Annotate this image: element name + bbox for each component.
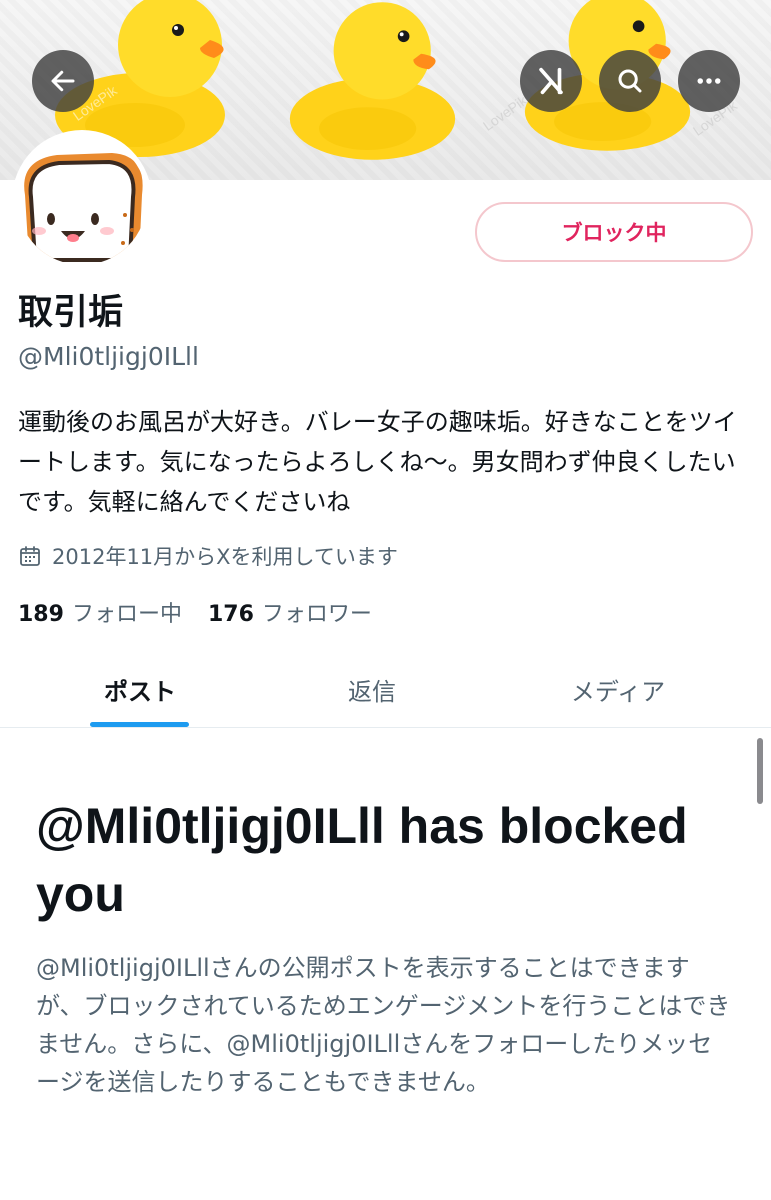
active-tab-indicator [90,722,189,727]
followers-label[interactable]: フォロワー [262,596,372,628]
following-label[interactable]: フォロー中 [72,596,182,628]
blocked-notice-description: @Mli0tljigj0ILllさんの公開ポストを表示することはできますが、ブロ… [36,954,731,1096]
rubber-duck-image [289,2,456,160]
search-button[interactable] [599,50,661,112]
blocked-notice-title: @Mli0tljigj0ILll has blocked you [36,798,688,922]
profile-bio: 運動後のお風呂が大好き。バレー女子の趣味垢。好きなことをツイートします。気になっ… [18,408,737,516]
arrow-left-icon [51,70,75,92]
more-icon [697,78,721,84]
join-date-text: 2012年11月からXを利用しています [52,545,398,569]
tab-media[interactable]: メディア [518,650,718,728]
scrollbar[interactable] [757,738,763,804]
grok-icon [539,67,563,95]
followers-count[interactable]: 176 [208,602,254,627]
toast-face-avatar-image [17,135,147,265]
back-button[interactable] [32,50,94,112]
search-icon [618,69,642,93]
tab-posts[interactable]: ポスト [40,650,240,728]
more-options-button[interactable] [678,50,740,112]
user-handle: @Mli0tljigj0ILll [18,342,199,371]
calendar-icon [20,546,40,566]
blocking-button[interactable]: ブロック中 [475,202,753,262]
following-count[interactable]: 189 [18,602,64,627]
tab-replies[interactable]: 返信 [272,650,472,728]
grok-button[interactable] [520,50,582,112]
follow-stats: 189 フォロー中 176 フォロワー [18,596,398,628]
display-name: 取引垢 [18,293,124,333]
avatar[interactable] [12,130,152,270]
join-date: 2012年11月からXを利用しています [18,541,398,571]
profile-tabs: ポスト 返信 メディア [0,650,771,728]
